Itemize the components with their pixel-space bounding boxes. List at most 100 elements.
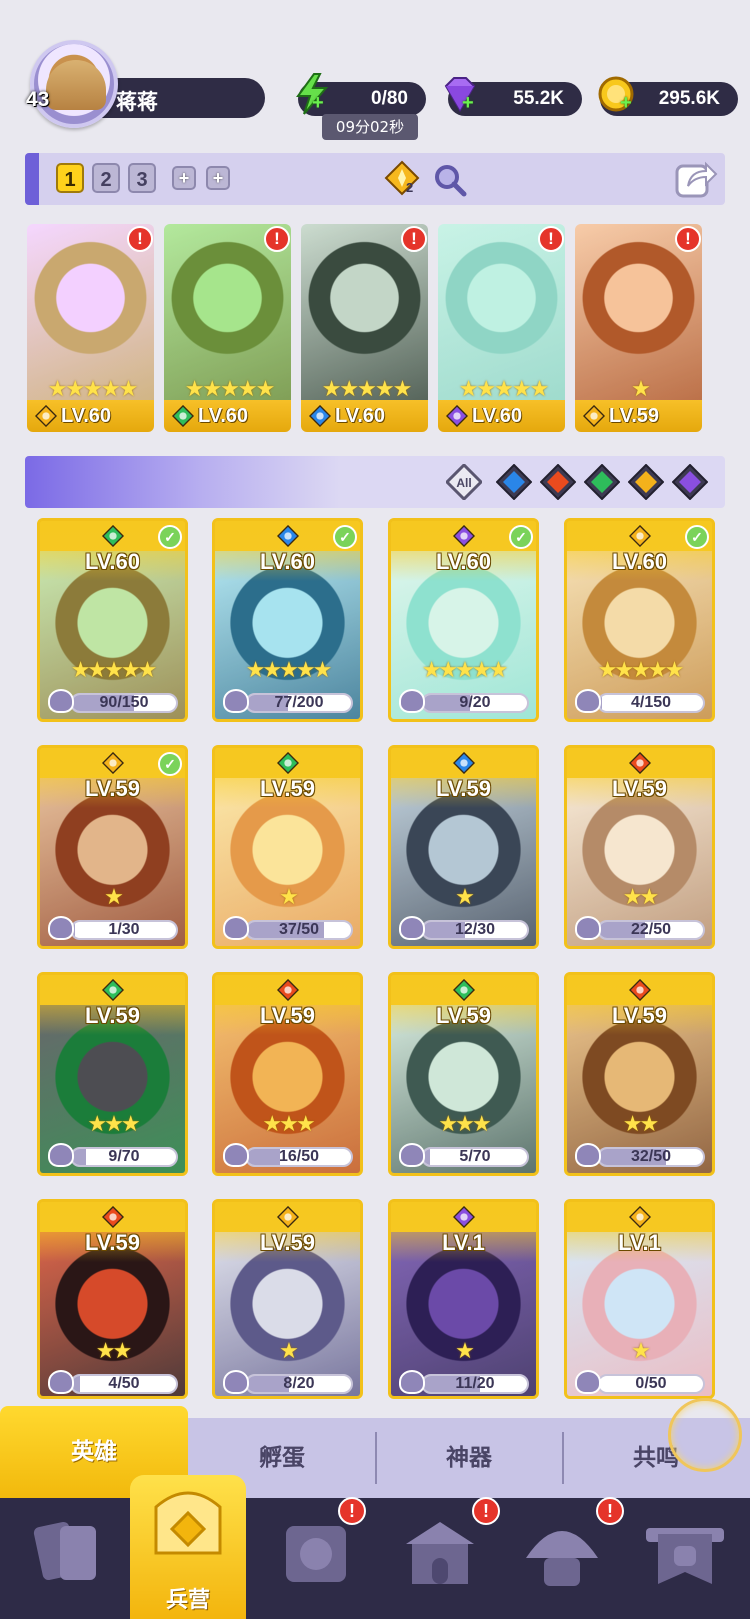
hero-shard-icon bbox=[399, 1143, 425, 1167]
hero-card[interactable]: LV.59 ★★ 4/50 bbox=[37, 1199, 188, 1399]
element-badge bbox=[171, 404, 195, 428]
hero-stars: ★ bbox=[631, 1338, 651, 1363]
hero-card[interactable]: LV.59 ★★ 32/50 bbox=[564, 972, 715, 1176]
shard-progress-text: 90/150 bbox=[99, 694, 149, 711]
hero-card[interactable]: LV.59 ★ 8/20 bbox=[212, 1199, 363, 1399]
filter-all-label: All bbox=[456, 476, 471, 490]
hero-card[interactable]: ✓ LV.60 ★★★★★ 4/150 bbox=[564, 518, 715, 722]
hero-card[interactable]: LV.59 ★ 37/50 bbox=[212, 745, 363, 949]
energy-value: 0/80 bbox=[371, 88, 408, 109]
boost-count: 2 bbox=[406, 180, 414, 195]
shard-progress-text: 0/50 bbox=[635, 1375, 667, 1392]
hero-level: LV.60 bbox=[472, 405, 523, 427]
hero-card[interactable]: ✓ LV.60 ★★★★★ 77/200 bbox=[212, 518, 363, 722]
player-level: 43 bbox=[26, 88, 50, 111]
shard-progress-text: 37/50 bbox=[278, 921, 320, 938]
light-element-icon bbox=[627, 463, 665, 501]
hero-level: LV.59 bbox=[435, 1003, 492, 1028]
nature-element-icon bbox=[101, 978, 125, 1002]
shard-progress-text: 9/70 bbox=[108, 1148, 140, 1165]
fire-element-icon bbox=[628, 751, 652, 775]
add-gold-icon[interactable]: + bbox=[620, 93, 638, 113]
diamond-boost-icon[interactable] bbox=[384, 160, 424, 200]
filter-light-button[interactable] bbox=[627, 463, 665, 501]
hero-level: LV.1 bbox=[442, 1230, 485, 1255]
element-badge bbox=[101, 1205, 125, 1229]
team-tab-3[interactable]: 3 bbox=[128, 163, 156, 193]
element-badge bbox=[452, 751, 476, 775]
element-badge bbox=[276, 978, 300, 1002]
hero-shard-icon bbox=[399, 916, 425, 940]
hero-level: LV.59 bbox=[609, 405, 660, 427]
team-tab-2[interactable]: 2 bbox=[92, 163, 120, 193]
element-badge bbox=[452, 1205, 476, 1229]
hero-card[interactable]: LV.59 ★★★ 5/70 bbox=[388, 972, 539, 1176]
team-hero-card[interactable]: ★ LV.59 ! bbox=[575, 224, 702, 432]
element-badge bbox=[101, 751, 125, 775]
hero-shard-icon bbox=[575, 1370, 601, 1394]
nav-map-alert: ! bbox=[338, 1497, 366, 1525]
dark-element-icon bbox=[452, 1205, 476, 1229]
team-hero-card[interactable]: ★★★★★ LV.60 ! bbox=[438, 224, 565, 432]
hero-level: LV.59 bbox=[435, 776, 492, 801]
nature-element-icon bbox=[101, 524, 125, 548]
hero-shard-icon bbox=[223, 916, 249, 940]
filter-water-button[interactable] bbox=[495, 463, 533, 501]
team-hero-card[interactable]: ★★★★★ LV.60 ! bbox=[301, 224, 428, 432]
top-bar: 蒋蒋 43 0/80 + 09分02秒 55.2K + 295.6K + bbox=[0, 0, 750, 140]
nav-cards[interactable] bbox=[10, 1500, 130, 1619]
alert-badge: ! bbox=[675, 226, 701, 252]
shard-progress-bar: 8/20 bbox=[245, 1374, 353, 1394]
magnifier-icon[interactable] bbox=[432, 162, 468, 198]
hero-stars: ★ bbox=[279, 884, 299, 909]
share-icon[interactable] bbox=[674, 158, 718, 200]
element-filter-bar bbox=[25, 456, 725, 508]
hero-card[interactable]: LV.59 ★★★ 16/50 bbox=[212, 972, 363, 1176]
nav-temple-alert: ! bbox=[472, 1497, 500, 1525]
water-element-icon bbox=[276, 524, 300, 548]
hero-card[interactable]: ✓ LV.60 ★★★★★ 9/20 bbox=[388, 518, 539, 722]
shard-progress-text: 77/200 bbox=[274, 694, 324, 711]
hero-card[interactable]: LV.1 ★ 0/50 bbox=[564, 1199, 715, 1399]
add-energy-icon[interactable]: + bbox=[312, 93, 330, 113]
nav-guild[interactable] bbox=[624, 1500, 744, 1619]
team-hero-card[interactable]: ★★★★★ LV.60 ! bbox=[27, 224, 154, 432]
element-badge bbox=[276, 1205, 300, 1229]
hero-level: LV.59 bbox=[611, 1003, 668, 1028]
floating-ring-button[interactable] bbox=[668, 1398, 742, 1472]
hero-shard-icon bbox=[575, 689, 601, 713]
team-hero-card[interactable]: ★★★★★ LV.60 ! bbox=[164, 224, 291, 432]
hero-stars: ★★★★★ bbox=[597, 657, 685, 682]
element-badge bbox=[101, 524, 125, 548]
team-add-button-2[interactable]: + bbox=[206, 166, 230, 190]
in-team-check-icon: ✓ bbox=[158, 752, 182, 776]
hero-card[interactable]: LV.1 ★ 11/20 bbox=[388, 1199, 539, 1399]
tab-artifacts[interactable]: 神器 bbox=[375, 1418, 563, 1498]
team-tab-1[interactable]: 1 bbox=[56, 163, 84, 193]
shard-progress-text: 5/70 bbox=[459, 1148, 491, 1165]
add-gem-icon[interactable]: + bbox=[462, 93, 480, 113]
shard-progress-text: 4/50 bbox=[108, 1375, 140, 1392]
shard-progress-text: 8/20 bbox=[283, 1375, 315, 1392]
filter-all-button[interactable]: All bbox=[446, 464, 482, 500]
shard-progress-bar: 77/200 bbox=[245, 693, 353, 713]
team-add-button[interactable]: + bbox=[172, 166, 196, 190]
element-badge bbox=[628, 524, 652, 548]
shard-progress-bar: 1/30 bbox=[70, 920, 178, 940]
element-badge bbox=[308, 404, 332, 428]
hero-level: LV.60 bbox=[435, 549, 492, 574]
filter-dark-button[interactable] bbox=[671, 463, 709, 501]
water-element-icon bbox=[452, 751, 476, 775]
hero-card[interactable]: ✓ LV.60 ★★★★★ 90/150 bbox=[37, 518, 188, 722]
filter-fire-button[interactable] bbox=[539, 463, 577, 501]
hero-card[interactable]: LV.59 ★★ 22/50 bbox=[564, 745, 715, 949]
nature-element-icon bbox=[171, 404, 195, 428]
filter-nature-button[interactable] bbox=[583, 463, 621, 501]
hero-stars: ★★ bbox=[622, 1111, 659, 1136]
hero-card[interactable]: LV.59 ★★★ 9/70 bbox=[37, 972, 188, 1176]
hero-stars: ★★ bbox=[95, 1338, 132, 1363]
hero-card[interactable]: LV.59 ★ 12/30 bbox=[388, 745, 539, 949]
hero-card[interactable]: ✓ LV.59 ★ 1/30 bbox=[37, 745, 188, 949]
temple-icon bbox=[406, 1522, 474, 1584]
shard-progress-text: 22/50 bbox=[630, 921, 672, 938]
